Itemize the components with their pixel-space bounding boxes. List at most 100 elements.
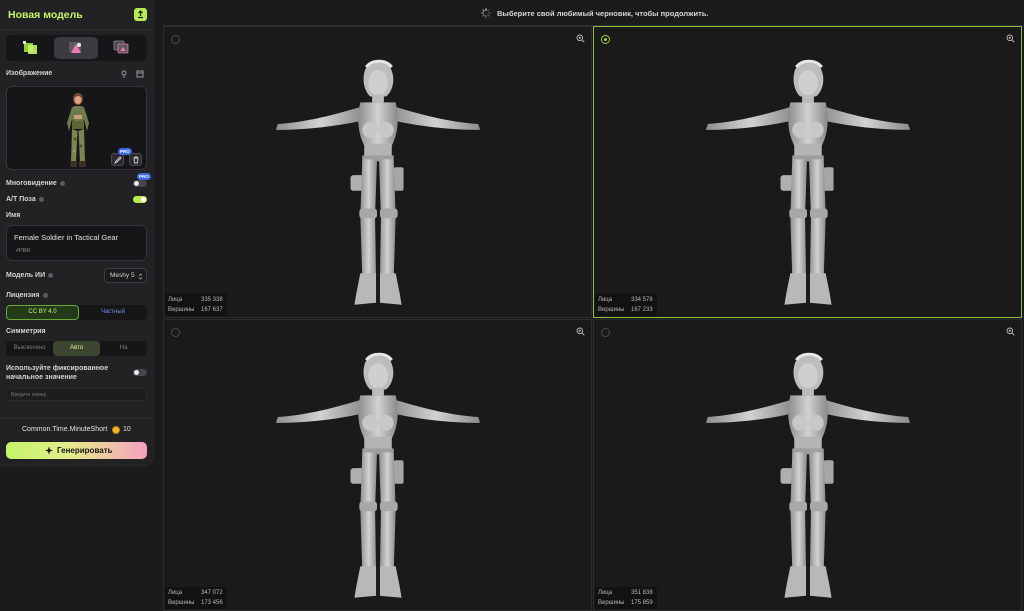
toggle-knob bbox=[134, 370, 139, 375]
multiview-label-text: Многовидение bbox=[6, 180, 57, 187]
generate-button[interactable]: Генерировать bbox=[6, 442, 147, 459]
license-label-text: Лицензия bbox=[6, 292, 40, 299]
draft-radio-2[interactable] bbox=[601, 35, 610, 44]
model-preview-1 bbox=[273, 59, 482, 307]
info-icon[interactable] bbox=[38, 196, 44, 202]
export-button[interactable] bbox=[134, 8, 147, 21]
pose-label-text: A/T Поза bbox=[6, 196, 36, 203]
divider bbox=[0, 418, 154, 419]
multi-image-icon bbox=[113, 40, 129, 54]
time-estimate: Common.Time.MinuteShort bbox=[22, 426, 108, 433]
symmetry-segmented: Выключено Авто На bbox=[6, 341, 147, 356]
faces-label: Лица bbox=[168, 297, 183, 303]
draft-radio-3[interactable] bbox=[171, 328, 180, 337]
seed-toggle[interactable] bbox=[133, 369, 147, 376]
multiview-label: Многовидение bbox=[6, 180, 65, 187]
multiview-toggle[interactable] bbox=[133, 180, 147, 187]
coin-icon bbox=[112, 426, 120, 434]
draft-radio-4[interactable] bbox=[601, 328, 610, 337]
tab-text-to-3d[interactable] bbox=[9, 37, 53, 59]
verts-label: Вершины bbox=[168, 307, 195, 313]
mode-tabs bbox=[6, 35, 147, 61]
info-icon[interactable] bbox=[59, 180, 65, 186]
reference-image bbox=[67, 93, 89, 167]
zoom-in-icon[interactable] bbox=[576, 327, 585, 336]
toggle-knob bbox=[134, 181, 139, 186]
panel-title: Новая модель bbox=[8, 9, 83, 21]
faces-count: 334 578 bbox=[631, 297, 653, 303]
draft-card-4[interactable]: Лица 351 838 Вершины 175 859 bbox=[593, 319, 1022, 611]
delete-image-button[interactable] bbox=[129, 153, 142, 166]
copy-icon[interactable] bbox=[136, 70, 144, 78]
top-bar: Выберите свой любимый черновик, чтобы пр… bbox=[163, 0, 1024, 26]
name-tag[interactable]: #PBR bbox=[16, 248, 30, 254]
info-icon[interactable] bbox=[48, 272, 54, 278]
faces-count: 351 838 bbox=[631, 590, 653, 596]
image-label: Изображение bbox=[6, 70, 53, 77]
symmetry-label: Симметрия bbox=[6, 328, 46, 335]
faces-label: Лица bbox=[598, 590, 613, 596]
pose-toggle[interactable] bbox=[133, 196, 147, 203]
draft-radio-1[interactable] bbox=[171, 35, 180, 44]
verts-count: 173 456 bbox=[201, 600, 223, 606]
name-field[interactable]: Female Soldier in Tactical Gear #PBR bbox=[6, 225, 147, 261]
symmetry-option-off[interactable]: Выключено bbox=[6, 341, 53, 356]
license-label: Лицензия bbox=[6, 292, 48, 299]
zoom-in-icon[interactable] bbox=[1006, 327, 1015, 336]
verts-count: 167 637 bbox=[201, 307, 223, 313]
credit-cost: 10 bbox=[123, 426, 131, 433]
sparkle-icon bbox=[45, 446, 53, 455]
verts-label: Вершины bbox=[598, 307, 625, 313]
draft-card-1[interactable]: Лица 335 338 Вершины 167 637 bbox=[163, 26, 592, 318]
ai-model-label: Модель ИИ bbox=[6, 272, 54, 279]
verts-label: Вершины bbox=[168, 600, 195, 606]
ai-model-label-text: Модель ИИ bbox=[6, 272, 46, 279]
symmetry-option-auto[interactable]: Авто bbox=[53, 341, 100, 356]
topbar-message: Выберите свой любимый черновик, чтобы пр… bbox=[497, 9, 709, 18]
verts-count: 167 233 bbox=[631, 307, 653, 313]
text-to-3d-icon bbox=[23, 41, 37, 54]
seed-input[interactable] bbox=[6, 388, 147, 401]
info-icon[interactable] bbox=[42, 292, 48, 298]
verts-label: Вершины bbox=[598, 600, 625, 606]
cost-row: Common.Time.MinuteShort 10 bbox=[0, 426, 154, 436]
loader-icon bbox=[481, 8, 491, 18]
seed-label: Используйте фиксированное начальное знач… bbox=[6, 365, 109, 381]
left-panel: Новая модель Изображение PRO Многовидени… bbox=[0, 0, 154, 467]
model-preview-2 bbox=[703, 59, 912, 307]
ai-model-select[interactable]: Meshy 5 bbox=[104, 268, 147, 283]
image-preview[interactable]: PRO bbox=[6, 86, 147, 170]
name-value[interactable]: Female Soldier in Tactical Gear bbox=[14, 233, 118, 242]
ai-model-value: Meshy 5 bbox=[110, 272, 135, 279]
pin-icon[interactable] bbox=[120, 70, 128, 78]
draft-stats-2: Лица 334 578 Вершины 167 233 bbox=[595, 294, 657, 316]
zoom-in-icon[interactable] bbox=[576, 34, 585, 43]
tab-image-to-3d[interactable] bbox=[54, 37, 98, 59]
license-option-private[interactable]: Частный bbox=[79, 305, 147, 320]
panel-header: Новая модель bbox=[0, 0, 154, 30]
faces-label: Лица bbox=[598, 297, 613, 303]
model-preview-3 bbox=[273, 352, 482, 600]
tab-multi-image[interactable] bbox=[100, 37, 144, 59]
generate-label: Генерировать bbox=[57, 446, 113, 455]
verts-count: 175 859 bbox=[631, 600, 653, 606]
app-root: Новая модель Изображение PRO Многовидени… bbox=[0, 0, 1024, 611]
pose-label: A/T Поза bbox=[6, 196, 44, 203]
trash-icon bbox=[133, 156, 139, 164]
draft-stats-3: Лица 347 072 Вершины 173 456 bbox=[165, 587, 227, 609]
image-to-3d-icon bbox=[69, 42, 81, 53]
export-icon bbox=[138, 10, 143, 19]
license-segmented: CC BY 4.0 Частный bbox=[6, 305, 147, 320]
chevron-icon bbox=[138, 273, 143, 280]
license-option-cc[interactable]: CC BY 4.0 bbox=[6, 305, 79, 320]
name-label: Имя bbox=[6, 212, 21, 219]
pro-badge-multiview: PRO bbox=[137, 173, 151, 180]
zoom-in-icon[interactable] bbox=[1006, 34, 1015, 43]
draft-card-3[interactable]: Лица 347 072 Вершины 173 456 bbox=[163, 319, 592, 611]
faces-count: 335 338 bbox=[201, 297, 223, 303]
draft-card-2[interactable]: Лица 334 578 Вершины 167 233 bbox=[593, 26, 1022, 318]
faces-label: Лица bbox=[168, 590, 183, 596]
symmetry-option-on[interactable]: На bbox=[100, 341, 147, 356]
toggle-knob bbox=[141, 197, 146, 202]
faces-count: 347 072 bbox=[201, 590, 223, 596]
